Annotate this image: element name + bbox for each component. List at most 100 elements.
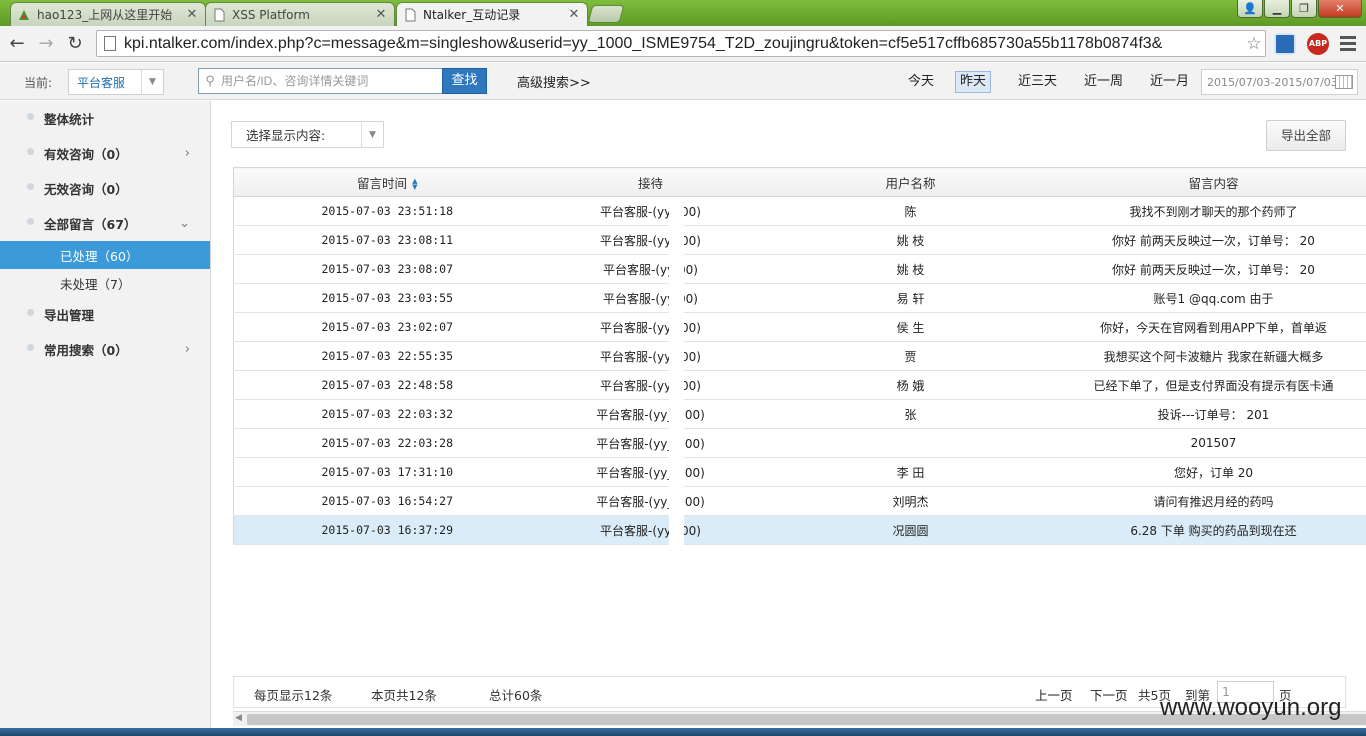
close-icon[interactable]: ✕: [567, 7, 581, 22]
sidebar-item-export-management[interactable]: 导出管理: [0, 297, 210, 332]
column-header-time[interactable]: 留言时间 ▲ ▼: [233, 167, 541, 197]
tab-hao123[interactable]: hao123_上网从这里开始 ✕: [10, 2, 206, 26]
back-arrow-icon[interactable]: ←: [6, 33, 28, 55]
table-header-row: 留言时间 ▲ ▼ 接待 用户名称 留言内容: [233, 167, 1366, 197]
tab-ntalker[interactable]: Ntalker_互动记录 ✕: [396, 2, 588, 26]
current-label: 当前:: [24, 76, 53, 90]
message-agent: 平台客服-(yy_ 00): [540, 196, 761, 226]
message-content: 6.28 下单 购买的药品到现在还: [1060, 515, 1366, 545]
user-icon[interactable]: 👤: [1237, 0, 1263, 18]
message-content: 账号1 @qq.com 由于: [1060, 283, 1366, 313]
chevron-right-icon: ›: [184, 342, 190, 357]
sidebar-item-label: 整体统计: [44, 112, 95, 127]
range-last-week[interactable]: 近一周: [1079, 71, 1128, 93]
sidebar-subitem-unprocessed[interactable]: 未处理（7）: [0, 269, 210, 297]
message-user: 况圆圆: [760, 515, 1061, 545]
message-content: 你好 前两天反映过一次，订单号： 20: [1060, 225, 1366, 255]
scroll-left-icon[interactable]: ◀: [235, 713, 242, 723]
table-row[interactable]: 2015-07-03 23:02:07 平台客服-(yy_ 00) 侯 生你好，今天…: [233, 312, 1366, 342]
calendar-icon[interactable]: [1335, 75, 1353, 89]
sidebar-item-all-messages[interactable]: 全部留言（67） ⌄: [0, 206, 210, 241]
message-user: 姚 枝: [760, 254, 1061, 284]
sort-icon[interactable]: ▲ ▼: [412, 178, 417, 191]
date-range-input[interactable]: 2015/07/03-2015/07/03: [1201, 69, 1358, 95]
bookmark-star-icon[interactable]: ☆: [1243, 34, 1265, 54]
current-scope-value: 平台客服: [77, 75, 126, 90]
message-content: 我想买这个阿卡波糖片 我家在新疆大概多: [1060, 341, 1366, 371]
chevron-down-icon: ⌄: [179, 216, 190, 231]
table-row[interactable]: 2015-07-03 22:48:58 平台客服-(yy_ 00) 杨 娥已经下单了…: [233, 370, 1366, 400]
sidebar-subitem-processed[interactable]: 已处理（60）: [0, 241, 210, 269]
page-icon: [104, 36, 116, 51]
per-page-text: 每页显示12条: [254, 688, 333, 703]
tab-xss-platform[interactable]: XSS Platform ✕: [205, 2, 395, 26]
close-icon[interactable]: ✕: [374, 7, 388, 22]
bullet-icon: [27, 309, 34, 316]
app-header: 当前: 平台客服 ▼ ⚲ 查找 高级搜索>> 今天 昨天 近三天 近一周 近一月…: [0, 63, 1366, 100]
message-time: 2015-07-03 23:02:07: [233, 312, 541, 342]
bullet-icon: [27, 344, 34, 351]
range-today[interactable]: 今天: [903, 71, 939, 93]
sidebar-item-saved-searches[interactable]: 常用搜索（0） ›: [0, 332, 210, 367]
new-tab-button[interactable]: [587, 5, 625, 23]
sidebar: 整体统计 有效咨询（0） › 无效咨询（0） 全部留言（67） ⌄ 已处理（60…: [0, 101, 211, 736]
table-row[interactable]: 2015-07-03 23:08:11 平台客服-(yy_ 00) 姚 枝你好 前两…: [233, 225, 1366, 255]
message-user: 刘明杰: [760, 486, 1061, 516]
message-content: 您好，订单 20: [1060, 457, 1366, 487]
minimize-button[interactable]: ▁: [1264, 0, 1290, 18]
search-input[interactable]: [221, 74, 442, 88]
advanced-search-link[interactable]: 高级搜索>>: [517, 72, 591, 91]
reload-icon[interactable]: ↻: [64, 33, 86, 55]
display-content-select[interactable]: 选择显示内容: ▼: [231, 121, 384, 148]
message-user: 姚 枝: [760, 225, 1061, 255]
sidebar-item-valid-consults[interactable]: 有效咨询（0） ›: [0, 136, 210, 171]
message-time: 2015-07-03 22:03:28: [233, 428, 541, 458]
message-time: 2015-07-03 22:48:58: [233, 370, 541, 400]
table-row[interactable]: 2015-07-03 16:37:29 平台客服-(yy_ 00) 况圆圆 6.28 …: [233, 515, 1366, 545]
forward-arrow-icon[interactable]: →: [35, 33, 57, 55]
range-last-month[interactable]: 近一月: [1145, 71, 1194, 93]
table-row[interactable]: 2015-07-03 22:03:28 平台客服-(yy_ 000) 201507: [233, 428, 1366, 458]
messages-table: 留言时间 ▲ ▼ 接待 用户名称 留言内容 2015-07-03 23:51:18 平…: [233, 167, 1366, 545]
url-text[interactable]: kpi.ntalker.com/index.php?c=message&m=si…: [124, 35, 1243, 53]
table-row[interactable]: 2015-07-03 17:31:10 平台客服-(yy_ 000) 李 田您好，订…: [233, 457, 1366, 487]
close-icon[interactable]: ✕: [185, 7, 199, 22]
message-agent: 平台客服-(yy_ 00): [540, 312, 761, 342]
message-user: 易 轩: [760, 283, 1061, 313]
message-user: 张: [760, 399, 1061, 429]
search-icon: ⚲: [205, 73, 215, 89]
hao123-icon: [17, 8, 31, 22]
export-all-button[interactable]: 导出全部: [1266, 120, 1346, 151]
table-row[interactable]: 2015-07-03 23:51:18 平台客服-(yy_ 00) 陈 我找不到刚才…: [233, 196, 1366, 226]
message-user: 杨 娥: [760, 370, 1061, 400]
message-content: 投诉---订单号： 201: [1060, 399, 1366, 429]
table-row[interactable]: 2015-07-03 22:55:35 平台客服-(yy_ 00) 贾 我想买这个阿…: [233, 341, 1366, 371]
sidebar-item-invalid-consults[interactable]: 无效咨询（0）: [0, 171, 210, 206]
table-row[interactable]: 2015-07-03 16:54:27 平台客服-(yy_ 000) 刘明杰 请问有推…: [233, 486, 1366, 516]
table-row[interactable]: 2015-07-03 22:03:32 平台客服-(yy_ 000) 张 投诉---…: [233, 399, 1366, 429]
sidebar-item-overview[interactable]: 整体统计: [0, 101, 210, 136]
triangle-down-icon[interactable]: ▼: [141, 70, 163, 94]
message-agent: 平台客服-(yy 00): [540, 254, 761, 284]
close-window-button[interactable]: ✕: [1318, 0, 1362, 18]
table-row[interactable]: 2015-07-03 23:03:55 平台客服-(yy 00) 易 轩账号1 @q…: [233, 283, 1366, 313]
prev-page-link[interactable]: 上一页: [1035, 685, 1073, 704]
extension-icon[interactable]: [1274, 33, 1296, 55]
search-button[interactable]: 查找: [442, 68, 487, 94]
current-scope-select[interactable]: 平台客服 ▼: [68, 69, 164, 95]
chevron-right-icon: ›: [184, 146, 190, 161]
message-time: 2015-07-03 23:03:55: [233, 283, 541, 313]
menu-icon[interactable]: [1340, 36, 1356, 54]
range-yesterday[interactable]: 昨天: [955, 71, 992, 93]
range-last-3-days[interactable]: 近三天: [1013, 71, 1062, 93]
total-text: 总计60条: [489, 688, 543, 703]
message-time: 2015-07-03 22:55:35: [233, 341, 541, 371]
triangle-down-icon[interactable]: ▼: [361, 122, 383, 147]
column-label: 留言时间: [357, 175, 408, 191]
address-bar[interactable]: kpi.ntalker.com/index.php?c=message&m=si…: [96, 30, 1266, 57]
next-page-link[interactable]: 下一页: [1090, 685, 1128, 704]
table-row[interactable]: 2015-07-03 23:08:07 平台客服-(yy 00) 姚 枝你好 前两天…: [233, 254, 1366, 284]
message-content: 请问有推迟月经的药吗: [1060, 486, 1366, 516]
maximize-button[interactable]: ❐: [1291, 0, 1317, 18]
adblock-icon[interactable]: ABP: [1307, 33, 1329, 55]
